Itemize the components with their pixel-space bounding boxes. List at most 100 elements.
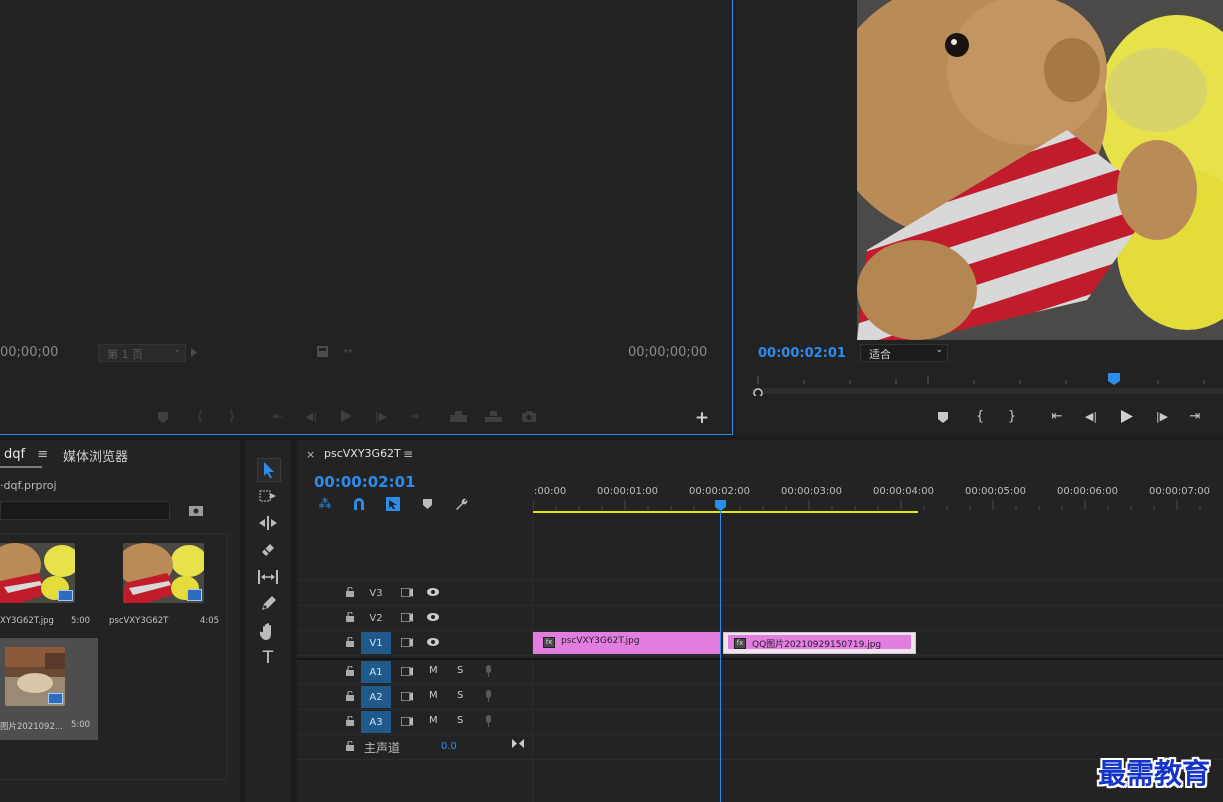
- tab-sequence[interactable]: pscVXY3G62T: [324, 447, 401, 460]
- timeline-timecode[interactable]: 00:00:02:01: [314, 473, 416, 491]
- add-marker-icon[interactable]: [421, 497, 433, 511]
- hand-tool-icon[interactable]: [257, 620, 279, 642]
- source-timecode-left[interactable]: 00;00;00: [0, 345, 58, 360]
- linked-selection-icon[interactable]: [385, 496, 401, 512]
- slip-tool-icon[interactable]: [257, 566, 279, 588]
- sync-lock-icon[interactable]: [400, 636, 414, 648]
- track-select-tool-icon[interactable]: [257, 485, 279, 507]
- fit-select[interactable]: 适合 ⌄: [860, 344, 948, 362]
- eye-icon[interactable]: [426, 611, 440, 623]
- mute-button[interactable]: M: [429, 665, 438, 676]
- bin-item-thumbnail[interactable]: [5, 647, 65, 706]
- step-back-icon[interactable]: ◀|: [1083, 408, 1099, 424]
- bin-item-name: 图片2021092...: [0, 722, 63, 732]
- add-marker-icon[interactable]: [937, 410, 949, 424]
- tab-media-browser[interactable]: 媒体浏览器: [63, 446, 128, 465]
- nest-icon[interactable]: ⁂: [317, 496, 333, 512]
- insert-icon[interactable]: [449, 409, 467, 423]
- track-label-v2[interactable]: V2: [361, 607, 391, 629]
- razor-tool-icon[interactable]: [257, 539, 279, 561]
- selection-tool-icon[interactable]: [257, 458, 281, 482]
- program-timecode[interactable]: 00:00:02:01: [758, 346, 846, 361]
- track-target-a1[interactable]: A1: [361, 661, 391, 683]
- playhead-line[interactable]: [720, 511, 721, 802]
- track-target-v1[interactable]: V1: [361, 632, 391, 654]
- close-tab-icon[interactable]: ×: [306, 448, 315, 461]
- sync-lock-icon[interactable]: [400, 665, 414, 677]
- go-to-in-icon[interactable]: ⇤: [1049, 408, 1065, 424]
- program-playhead-icon[interactable]: [1108, 373, 1120, 385]
- go-to-edges-icon[interactable]: [511, 737, 525, 749]
- add-marker-icon[interactable]: [157, 410, 169, 424]
- lock-icon[interactable]: [344, 690, 356, 702]
- project-search-input[interactable]: [0, 501, 170, 520]
- lock-icon[interactable]: [344, 586, 356, 598]
- eye-icon[interactable]: [426, 586, 440, 598]
- type-tool-icon[interactable]: T: [257, 647, 279, 669]
- mute-button[interactable]: M: [429, 715, 438, 726]
- track-label-v3[interactable]: V3: [361, 582, 391, 604]
- play-small-icon[interactable]: [189, 346, 199, 358]
- lock-icon[interactable]: [344, 665, 356, 677]
- panel-menu-icon[interactable]: ≡: [37, 447, 48, 462]
- mark-out-icon[interactable]: }: [227, 409, 237, 423]
- mark-in-icon[interactable]: {: [975, 408, 985, 424]
- add-button-icon[interactable]: +: [694, 408, 710, 428]
- solo-button[interactable]: S: [457, 715, 463, 726]
- snap-icon[interactable]: [351, 496, 367, 512]
- play-icon[interactable]: [338, 409, 354, 423]
- bin-item-thumbnail[interactable]: [123, 543, 204, 603]
- step-back-icon[interactable]: ◀|: [303, 409, 319, 423]
- step-forward-icon[interactable]: |▶: [1154, 408, 1170, 424]
- bin-item-name: pscVXY3G62T: [109, 616, 169, 626]
- sync-lock-icon[interactable]: [400, 715, 414, 727]
- page-select-value: 第 1 页: [107, 348, 143, 361]
- lock-icon[interactable]: [344, 740, 356, 752]
- lock-icon[interactable]: [344, 611, 356, 623]
- time-ruler[interactable]: [532, 500, 1223, 515]
- timeline-clip[interactable]: fx pscVXY3G62T.jpg: [533, 632, 721, 654]
- lock-icon[interactable]: [344, 715, 356, 727]
- tab-project[interactable]: dqf ≡: [4, 447, 48, 462]
- export-frame-icon[interactable]: [316, 345, 328, 357]
- lock-icon[interactable]: [344, 636, 356, 648]
- microphone-icon[interactable]: [482, 714, 494, 728]
- go-to-out-icon[interactable]: ⇥: [406, 409, 422, 423]
- microphone-icon[interactable]: [482, 664, 494, 678]
- ripple-edit-tool-icon[interactable]: [257, 512, 279, 534]
- pen-tool-icon[interactable]: [257, 593, 279, 615]
- step-forward-icon[interactable]: |▶: [373, 409, 389, 423]
- fit-icon[interactable]: ↔: [340, 345, 356, 357]
- microphone-icon[interactable]: [482, 689, 494, 703]
- mark-in-icon[interactable]: {: [195, 409, 205, 423]
- bin-item-name: XY3G62T.jpg: [0, 616, 54, 626]
- bin-item-duration: 5:00: [71, 720, 91, 730]
- page-select[interactable]: 第 1 页 ⌄: [98, 344, 186, 362]
- sync-lock-icon[interactable]: [400, 611, 414, 623]
- go-to-in-icon[interactable]: ⇤: [270, 409, 286, 423]
- sync-lock-icon[interactable]: [400, 690, 414, 702]
- camera-icon[interactable]: [521, 409, 537, 423]
- overwrite-icon[interactable]: [484, 409, 502, 423]
- sync-lock-icon[interactable]: [400, 586, 414, 598]
- program-video-frame: [857, 0, 1223, 340]
- find-icon[interactable]: [188, 504, 204, 518]
- track-target-a2[interactable]: A2: [361, 686, 391, 708]
- eye-icon[interactable]: [426, 636, 440, 648]
- track-target-a3[interactable]: A3: [361, 711, 391, 733]
- watermark-text: 最需教育: [1098, 757, 1211, 790]
- mute-button[interactable]: M: [429, 690, 438, 701]
- go-to-out-icon[interactable]: ⇥: [1187, 408, 1203, 424]
- panel-menu-icon[interactable]: ≡: [403, 447, 413, 461]
- wrench-icon[interactable]: [453, 496, 469, 512]
- mark-out-icon[interactable]: }: [1007, 408, 1017, 424]
- program-mini-ruler[interactable]: [752, 372, 1223, 398]
- source-monitor-panel: [0, 0, 733, 435]
- bin-item-thumbnail[interactable]: [0, 543, 75, 603]
- master-volume-value[interactable]: 0.0: [441, 741, 457, 752]
- playhead-head-icon[interactable]: [715, 500, 726, 511]
- timeline-clip[interactable]: fx QQ图片20210929150719.jpg: [723, 632, 916, 654]
- solo-button[interactable]: S: [457, 665, 463, 676]
- solo-button[interactable]: S: [457, 690, 463, 701]
- play-icon[interactable]: [1119, 408, 1135, 424]
